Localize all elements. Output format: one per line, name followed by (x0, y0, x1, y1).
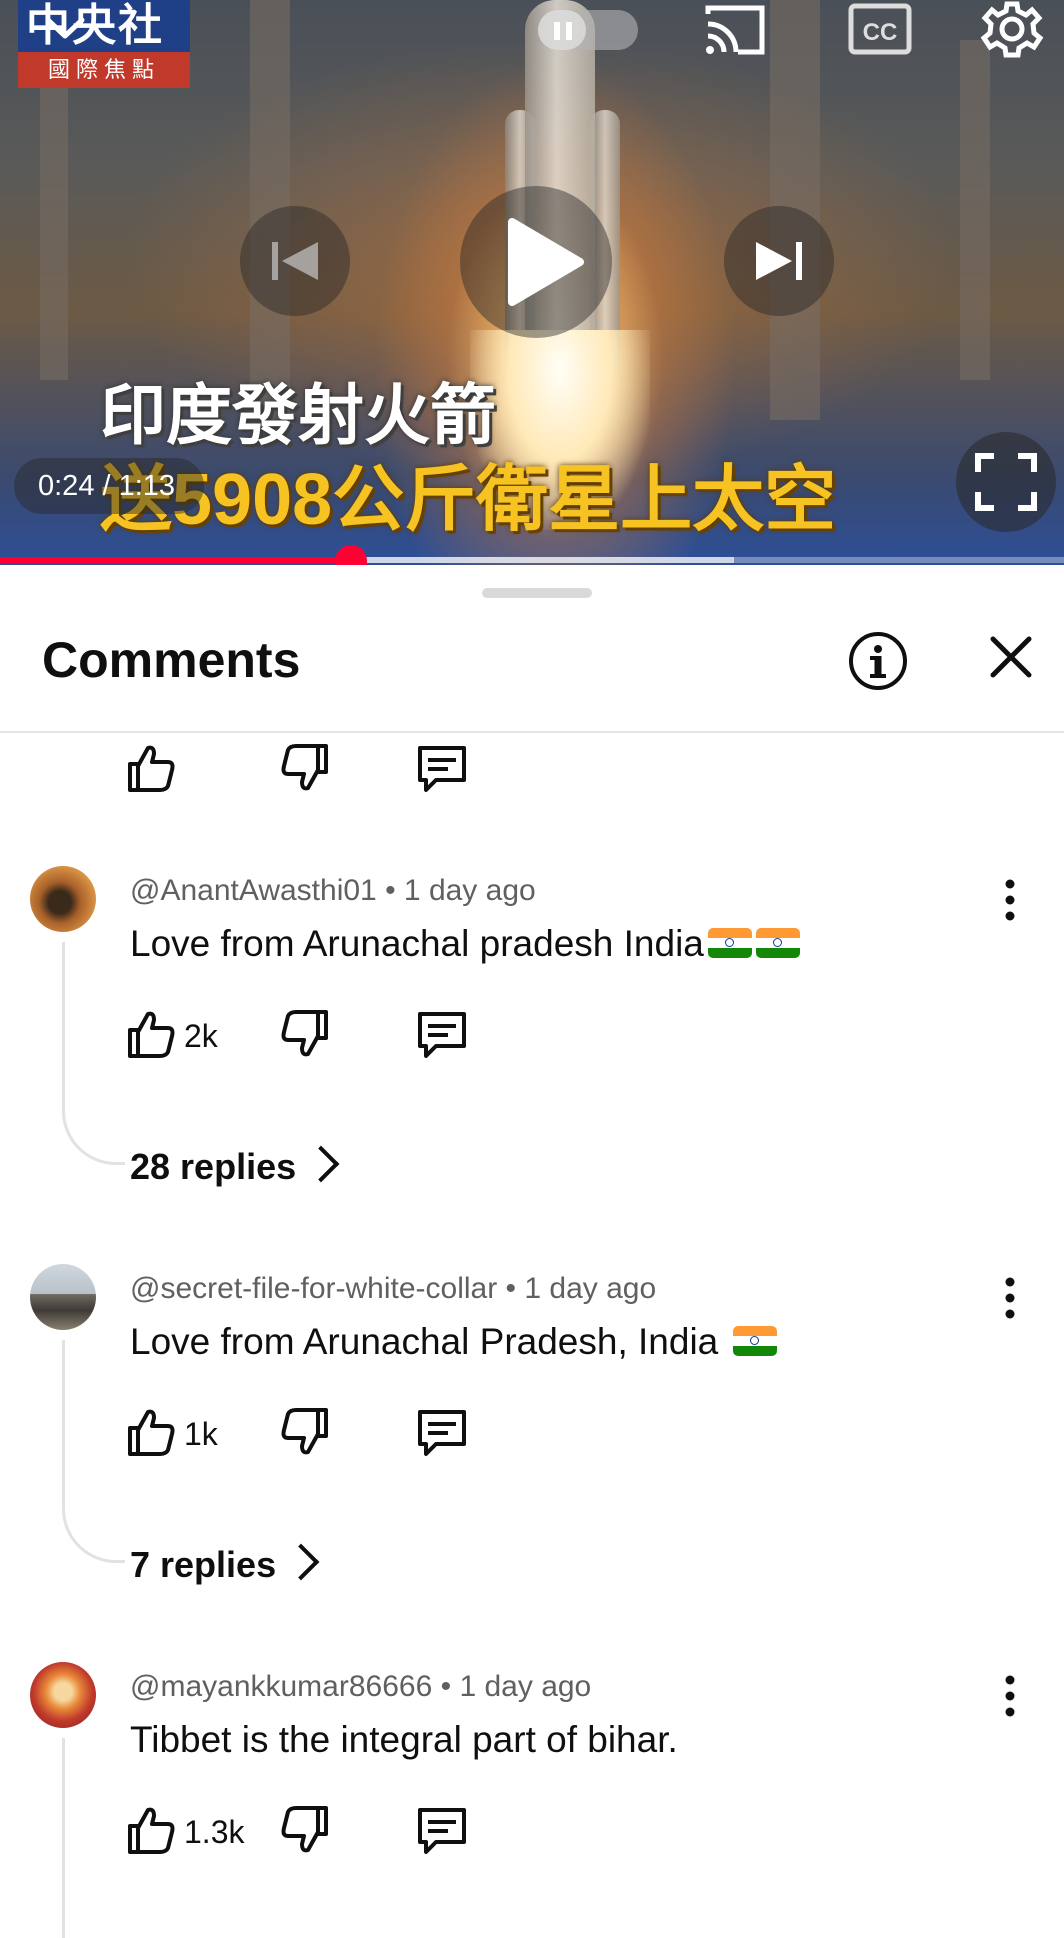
comment-time: 1 day ago (459, 1670, 592, 1703)
comment-meta: @AnantAwasthi01 • 1 day ago (130, 873, 536, 909)
like-count: 1.3k (184, 1814, 245, 1850)
pause-icon (554, 22, 560, 40)
chevron-right-icon (302, 1145, 340, 1183)
comment-text: Tibbet is the integral part of bihar. (130, 1719, 678, 1760)
meta-separator: • (432, 1670, 460, 1703)
meta-separator: • (376, 874, 404, 907)
replies-label: 7 replies (130, 1544, 277, 1585)
header-divider (0, 731, 1064, 733)
india-flag-emoji (707, 928, 752, 959)
time-display: 0:24 / 1:13 (38, 470, 176, 502)
fullscreen-icon (975, 453, 1037, 511)
gear-icon[interactable] (980, 0, 1050, 58)
comment-text: Love from Arunachal Pradesh, India (130, 1320, 777, 1364)
chevron-right-icon (282, 1543, 320, 1581)
progress-scrubber[interactable] (335, 545, 368, 565)
reply-icon[interactable] (414, 1802, 470, 1858)
like-icon[interactable] (122, 1006, 178, 1062)
comment-text: Love from Arunachal pradesh India (130, 922, 800, 966)
previous-button[interactable] (240, 206, 350, 316)
replies-label: 28 replies (130, 1146, 297, 1187)
avatar[interactable] (30, 866, 96, 932)
chevron-down-icon[interactable] (40, 8, 90, 48)
svg-text:CC: CC (863, 19, 898, 46)
view-replies-button[interactable]: 28 replies (130, 1145, 340, 1189)
cast-icon[interactable] (700, 0, 770, 58)
launch-tower-far-left (40, 60, 68, 380)
progress-played (0, 557, 352, 563)
next-icon (756, 242, 802, 280)
previous-icon (272, 242, 318, 280)
info-icon[interactable] (848, 631, 908, 691)
subtitle-line-2: 送5908公斤衛星上太空 (100, 460, 837, 540)
like-count: 1k (184, 1416, 218, 1452)
more-options-icon[interactable] (990, 1666, 1030, 1726)
dislike-icon[interactable] (278, 740, 334, 796)
next-button[interactable] (724, 206, 834, 316)
comment-meta: @mayankkumar86666 • 1 day ago (130, 1669, 591, 1705)
video-player[interactable]: 中央社 國際焦點 CC 印度發射火箭 送5908公斤衛星上太空 0:24 / 1… (0, 0, 1064, 565)
play-button[interactable] (460, 186, 612, 338)
meta-separator: • (497, 1272, 525, 1305)
reply-icon[interactable] (414, 1006, 470, 1062)
dislike-icon[interactable] (278, 1006, 334, 1062)
comments-title: Comments (42, 632, 301, 688)
autoplay-toggle[interactable] (538, 10, 638, 50)
comment-text-content: Love from Arunachal pradesh India (130, 923, 704, 964)
like-icon[interactable] (122, 1404, 178, 1460)
close-icon[interactable] (985, 631, 1037, 683)
comment-meta: @secret-file-for-white-collar • 1 day ag… (130, 1271, 656, 1307)
thread-line (62, 1738, 125, 1938)
comment-text-content: Love from Arunachal Pradesh, India (130, 1321, 729, 1362)
toggle-knob (538, 10, 586, 50)
fullscreen-button[interactable] (956, 432, 1056, 532)
dislike-icon[interactable] (278, 1404, 334, 1460)
more-options-icon[interactable] (990, 870, 1030, 930)
like-icon[interactable] (122, 740, 178, 796)
comment-time: 1 day ago (524, 1272, 657, 1305)
india-flag-emoji (732, 1326, 777, 1357)
channel-logo-bottom: 國際焦點 (18, 52, 190, 88)
pause-icon-bar (566, 22, 572, 40)
like-icon[interactable] (122, 1802, 178, 1858)
view-replies-button[interactable]: 7 replies (130, 1543, 320, 1587)
dislike-icon[interactable] (278, 1802, 334, 1858)
launch-tower-far-right (960, 40, 990, 380)
cc-icon[interactable]: CC (846, 0, 916, 58)
reply-icon[interactable] (414, 1404, 470, 1460)
drag-handle[interactable] (482, 588, 592, 598)
comment-author[interactable]: @AnantAwasthi01 (130, 874, 377, 907)
comment-author[interactable]: @mayankkumar86666 (130, 1670, 432, 1703)
thread-line (62, 942, 125, 1165)
play-icon (508, 218, 584, 306)
thread-line (62, 1340, 125, 1563)
avatar[interactable] (30, 1662, 96, 1728)
like-count: 2k (184, 1018, 218, 1054)
avatar[interactable] (30, 1264, 96, 1330)
comment-author[interactable]: @secret-file-for-white-collar (130, 1272, 497, 1305)
comment-time: 1 day ago (403, 874, 536, 907)
more-options-icon[interactable] (990, 1268, 1030, 1328)
reply-icon[interactable] (414, 740, 470, 796)
india-flag-emoji (755, 928, 800, 959)
